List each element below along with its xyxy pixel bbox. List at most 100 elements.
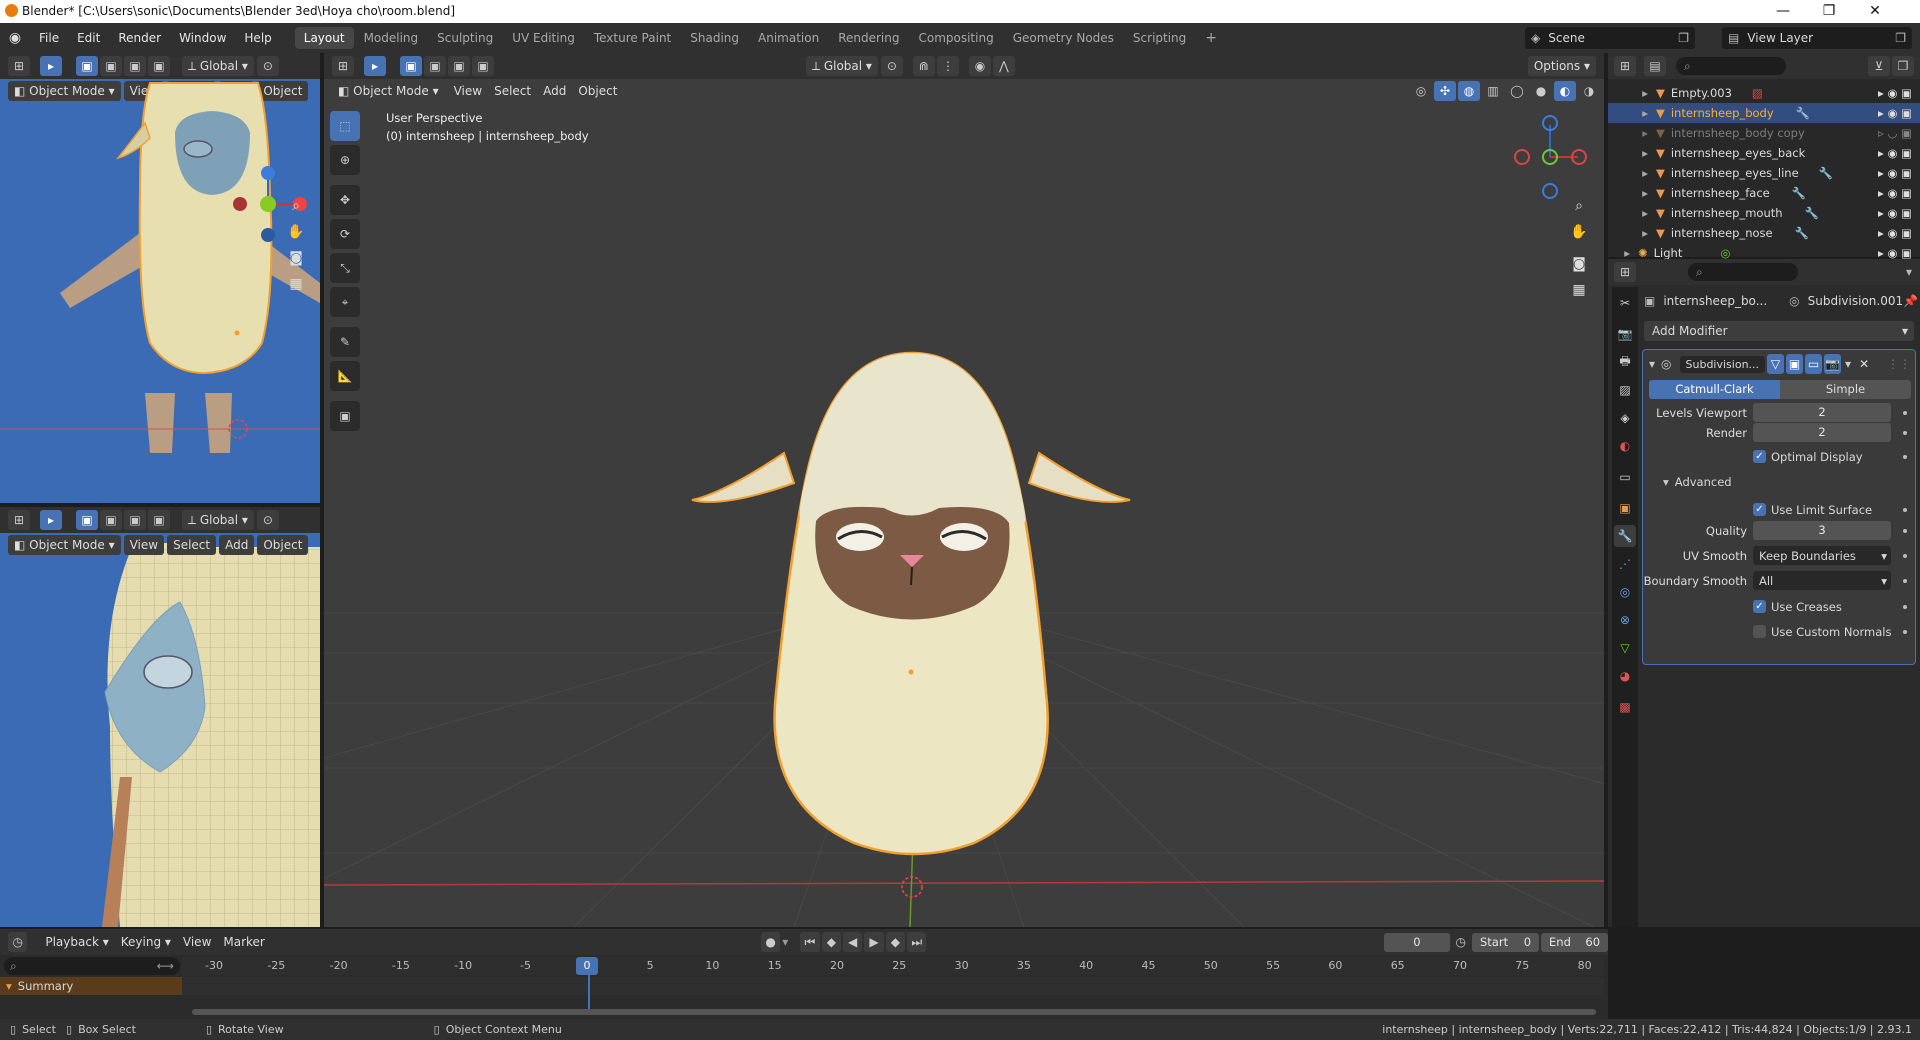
particles-tab-icon[interactable]: ⋰ <box>1614 553 1636 575</box>
stopwatch-icon[interactable]: ◷ <box>1456 935 1466 949</box>
overlay-toggle-icon[interactable]: ◍ <box>1458 81 1480 101</box>
keyframe-type-icon[interactable]: ▾ <box>782 935 788 949</box>
tab-scripting[interactable]: Scripting <box>1124 27 1195 49</box>
material-shading-icon[interactable]: ◐ <box>1554 81 1576 101</box>
maximize-icon[interactable]: ❐ <box>1806 0 1852 23</box>
select-mode-subtract-icon[interactable]: ▣ <box>448 56 470 76</box>
keyframe-dot[interactable] <box>1903 455 1907 459</box>
mode-dropdown[interactable]: ◧ Object Mode ▾ <box>332 81 445 101</box>
editor-type-icon[interactable]: ⊞ <box>332 56 354 76</box>
use-custom-normals-row[interactable]: Use Custom Normals <box>1753 622 1891 641</box>
physics-tab-icon[interactable]: ◎ <box>1614 581 1636 603</box>
left-top-viewport[interactable]: ⊞ ▸ ▣ ▣ ▣ ▣ ⟂ Global ▾ ⊙ ◧ Object Mode ▾… <box>0 53 320 503</box>
keying-menu[interactable]: Keying ▾ <box>115 935 177 949</box>
rendered-shading-icon[interactable]: ◑ <box>1578 81 1600 101</box>
collapse-icon[interactable]: ▾ <box>1649 357 1655 371</box>
transform-tool-icon[interactable]: ⌖ <box>330 287 360 317</box>
tab-layout[interactable]: Layout <box>294 27 354 49</box>
menu-render[interactable]: Render <box>109 23 170 53</box>
play-reverse-icon[interactable]: ◀ <box>842 932 863 952</box>
snap-icon[interactable]: ⋒ <box>912 56 935 76</box>
editor-type-icon[interactable]: ◷ <box>8 932 28 952</box>
camera-icon[interactable]: ◙ <box>283 245 309 271</box>
add-menu[interactable]: Add <box>537 84 572 98</box>
select-mode-invert-icon[interactable]: ▣ <box>472 56 494 76</box>
pin-icon[interactable]: 📌 <box>1903 294 1918 308</box>
properties-search[interactable]: ⌕ <box>1688 263 1798 281</box>
tab-sculpting[interactable]: Sculpting <box>428 27 502 49</box>
constraints-tab-icon[interactable]: ⊗ <box>1614 609 1636 631</box>
modifier-tab-icon[interactable]: 🔧 <box>1614 525 1636 547</box>
list-item[interactable]: ▸ ▼ internsheep_eyes_line 🔧 ▸ ◉ ▣ <box>1608 163 1920 183</box>
playback-menu[interactable]: Playback ▾ <box>39 935 114 949</box>
row-visibility[interactable]: ▸ ◉ ▣ <box>1878 206 1912 220</box>
prev-keyframe-icon[interactable]: ◆ <box>821 932 841 952</box>
filter-icon[interactable]: ⊻ <box>1868 56 1890 76</box>
boundary-smooth-dropdown[interactable]: All ▾ <box>1753 571 1891 590</box>
pan-hand-icon[interactable]: ✋ <box>283 219 309 245</box>
cursor-tool-icon[interactable]: ⊕ <box>330 145 360 175</box>
add-cube-tool-icon[interactable]: ▣ <box>330 401 360 431</box>
menu-window[interactable]: Window <box>170 23 235 53</box>
context-object-name[interactable]: internsheep_bo... <box>1663 294 1767 308</box>
editor-type-icon[interactable]: ⊞ <box>1614 56 1636 76</box>
view-menu[interactable]: View <box>177 935 217 949</box>
solid-shading-icon[interactable]: ● <box>1530 81 1552 101</box>
list-item[interactable]: ▸ ▼ internsheep_mouth 🔧 ▸ ◉ ▣ <box>1608 203 1920 223</box>
tab-geometry-nodes[interactable]: Geometry Nodes <box>1004 27 1123 49</box>
outliner-search[interactable]: ⌕ <box>1676 57 1786 75</box>
jump-end-icon[interactable]: ⏭ <box>907 932 927 952</box>
marker-menu[interactable]: Marker <box>217 935 270 949</box>
add-menu[interactable]: Add <box>219 535 255 555</box>
orientation-dropdown[interactable]: ⟂ Global ▾ <box>806 56 878 76</box>
chevron-down-icon[interactable]: ▾ <box>1906 265 1912 279</box>
sync-icon[interactable]: ⟷ <box>157 959 174 973</box>
optimal-display-row[interactable]: ✓ Optimal Display <box>1753 447 1863 466</box>
cage-toggle-icon[interactable]: ▣ <box>1786 354 1804 374</box>
visibility-icon[interactable]: ◎ <box>1410 81 1432 101</box>
main-viewport[interactable]: ⊞ ▸ ▣ ▣ ▣ ▣ ⟂ Global ▾ ⊙ ⋒ ⋮ ◉ ⋀ Options… <box>324 53 1604 927</box>
tab-simple[interactable]: Simple <box>1780 380 1911 399</box>
data-tab-icon[interactable]: ▽ <box>1614 637 1636 659</box>
material-tab-icon[interactable]: ◕ <box>1614 665 1636 687</box>
zoom-icon[interactable]: ⌕ <box>283 193 309 219</box>
gizmo-y-ball[interactable] <box>260 196 276 212</box>
gizmo-x-neg-ball[interactable] <box>1514 149 1530 165</box>
jump-start-icon[interactable]: ⏮ <box>800 932 820 952</box>
menu-file[interactable]: File <box>30 23 68 53</box>
menu-help[interactable]: Help <box>235 23 280 53</box>
list-item[interactable]: ▸ ▼ internsheep_body 🔧 ▸ ◉ ▣ <box>1608 103 1920 123</box>
keyframe-dot[interactable] <box>1903 508 1907 512</box>
measure-tool-icon[interactable]: 📐 <box>330 361 360 391</box>
chevron-down-icon[interactable]: ▾ <box>1845 357 1851 371</box>
use-limit-surface-row[interactable]: ✓ Use Limit Surface <box>1753 500 1872 519</box>
blender-menu-icon[interactable]: ◉ <box>0 30 30 46</box>
tab-rendering[interactable]: Rendering <box>829 27 908 49</box>
add-modifier-dropdown[interactable]: Add Modifier ▾ <box>1644 321 1914 341</box>
annotate-tool-icon[interactable]: ✎ <box>330 327 360 357</box>
add-workspace-icon[interactable]: + <box>1196 27 1226 49</box>
object-tab-icon[interactable]: ▣ <box>1614 497 1636 519</box>
move-tool-icon[interactable]: ✥ <box>330 185 360 215</box>
keyframe-dot[interactable] <box>1903 554 1907 558</box>
tab-modeling[interactable]: Modeling <box>355 27 428 49</box>
tab-uv-editing[interactable]: UV Editing <box>503 27 584 49</box>
snap-target-icon[interactable]: ⋮ <box>936 56 959 76</box>
grid-icon[interactable]: ▦ <box>283 271 309 297</box>
keyframe-dot[interactable] <box>1903 411 1907 415</box>
row-visibility[interactable]: ▸ ◉ ▣ <box>1878 106 1912 120</box>
keyframe-dot[interactable] <box>1903 529 1907 533</box>
tab-shading[interactable]: Shading <box>681 27 748 49</box>
row-visibility[interactable]: ▸ ◉ ▣ <box>1878 226 1912 240</box>
levels-viewport-field[interactable]: 2 <box>1753 403 1891 422</box>
scale-tool-icon[interactable]: ⤡ <box>330 253 360 283</box>
advanced-subpanel-header[interactable]: ▾ Advanced <box>1663 472 1732 491</box>
tool-tab-icon[interactable]: ✂ <box>1614 292 1636 314</box>
tab-texture-paint[interactable]: Texture Paint <box>585 27 680 49</box>
select-mode-new-icon[interactable]: ▣ <box>400 56 422 76</box>
start-frame-field[interactable]: Start 0 <box>1472 932 1540 952</box>
render-toggle-icon[interactable]: 📷 <box>1824 354 1842 374</box>
render-tab-icon[interactable]: 📷 <box>1614 323 1636 345</box>
keyframe-dot[interactable] <box>1903 605 1907 609</box>
use-custom-normals-checkbox[interactable] <box>1753 625 1766 638</box>
